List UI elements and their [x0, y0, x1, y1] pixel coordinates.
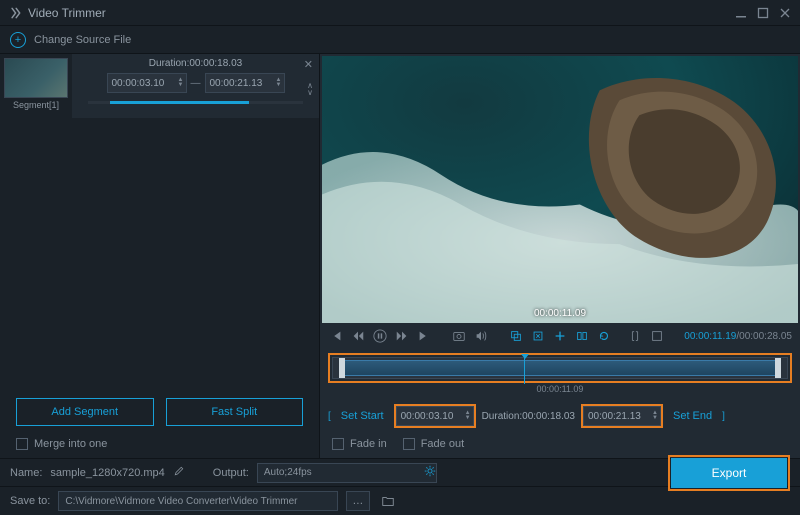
bottom-bar: Name: sample_1280x720.mp4 Output: Auto;2… — [0, 458, 800, 515]
spinner-icon[interactable]: ▲▼ — [652, 411, 658, 421]
merge-checkbox[interactable] — [16, 438, 28, 450]
segment-actions: Add Segment Fast Split — [0, 390, 319, 434]
fade-in-option[interactable]: Fade in — [332, 438, 387, 450]
play-pause-icon[interactable] — [372, 328, 388, 344]
maximize-icon[interactable] — [756, 6, 770, 20]
fade-out-checkbox[interactable] — [403, 438, 415, 450]
main-area: Segment[1] ✕ Duration:00:00:18.03 00:00:… — [0, 54, 800, 458]
left-panel: Segment[1] ✕ Duration:00:00:18.03 00:00:… — [0, 54, 320, 458]
save-row: Save to: C:\Vidmore\Vidmore Video Conver… — [0, 487, 800, 515]
video-preview[interactable]: 00:00:11.09 — [322, 56, 798, 323]
timeline-highlight — [328, 353, 792, 383]
segment-reorder[interactable]: ∧∨ — [307, 82, 313, 96]
fade-in-label: Fade in — [350, 438, 387, 450]
spinner-icon[interactable]: ▲▼ — [178, 78, 184, 88]
export-highlight: Export — [668, 455, 790, 491]
output-settings-icon[interactable] — [423, 464, 437, 481]
segment-separator: — — [191, 78, 201, 89]
segment-item[interactable]: Segment[1] — [0, 54, 72, 118]
bracket-out-icon[interactable] — [650, 328, 664, 344]
segment-duration: Duration:00:00:18.03 — [78, 58, 313, 69]
reset-icon[interactable] — [596, 328, 612, 344]
playhead-icon[interactable] — [524, 354, 525, 384]
set-start-button[interactable]: Set Start — [337, 410, 388, 422]
segment-list: Segment[1] ✕ Duration:00:00:18.03 00:00:… — [0, 54, 319, 118]
add-segment-button[interactable]: Add Segment — [16, 398, 154, 426]
merge-label: Merge into one — [34, 438, 107, 450]
snapshot-icon[interactable] — [452, 328, 466, 344]
segment-close-icon[interactable]: ✕ — [304, 58, 313, 71]
browse-path-button[interactable]: … — [346, 491, 370, 511]
bracket-in-icon[interactable] — [628, 328, 642, 344]
segment-end-input[interactable]: 00:00:21.13 ▲▼ — [205, 73, 285, 93]
segment-start-input[interactable]: 00:00:03.10 ▲▼ — [107, 73, 187, 93]
fast-split-button[interactable]: Fast Split — [166, 398, 304, 426]
trim-duration: Duration:00:00:18.03 — [482, 411, 575, 422]
segment-times: 00:00:03.10 ▲▼ — 00:00:21.13 ▲▼ — [78, 73, 313, 93]
segment-mini-timeline[interactable] — [88, 101, 303, 104]
delete-segment-icon[interactable] — [530, 328, 546, 344]
volume-icon[interactable] — [474, 328, 488, 344]
change-source-row[interactable]: + Change Source File — [0, 26, 800, 54]
timeline-section: 00:00:11.09 — [320, 349, 800, 398]
step-back-icon[interactable] — [350, 328, 366, 344]
end-time-input[interactable]: 00:00:21.13 ▲▼ — [583, 406, 661, 426]
trim-inputs-row: [ Set Start 00:00:03.10 ▲▼ Duration:00:0… — [320, 398, 800, 434]
app-logo-icon — [8, 6, 22, 20]
bracket-right-icon: ] — [722, 411, 725, 422]
save-to-label: Save to: — [10, 495, 50, 507]
app-root: Video Trimmer + Change Source File Segme… — [0, 0, 800, 515]
step-forward-icon[interactable] — [394, 328, 410, 344]
split-icon[interactable] — [574, 328, 590, 344]
right-panel: 00:00:11.09 — [320, 54, 800, 458]
start-time-highlight: 00:00:03.10 ▲▼ — [394, 404, 476, 428]
spinner-icon[interactable]: ▲▼ — [465, 411, 471, 421]
output-format-select[interactable]: Auto;24fps — [257, 463, 437, 483]
merge-option[interactable]: Merge into one — [0, 434, 319, 458]
spinner-icon[interactable]: ▲▼ — [276, 78, 282, 88]
preview-time-overlay: 00:00:11.09 — [534, 308, 586, 319]
playback-controls: 00:00:11.19/00:00:28.05 — [320, 323, 800, 349]
save-path-input[interactable]: C:\Vidmore\Vidmore Video Converter\Video… — [58, 491, 338, 511]
output-row: Name: sample_1280x720.mp4 Output: Auto;2… — [0, 459, 800, 487]
title-bar: Video Trimmer — [0, 0, 800, 26]
close-icon[interactable] — [778, 6, 792, 20]
playback-time: 00:00:11.19/00:00:28.05 — [684, 331, 792, 342]
edit-name-icon[interactable] — [173, 465, 185, 480]
trim-handle-start[interactable] — [339, 358, 345, 378]
app-title: Video Trimmer — [28, 6, 726, 20]
output-label: Output: — [213, 467, 249, 479]
fade-out-label: Fade out — [421, 438, 464, 450]
fade-out-option[interactable]: Fade out — [403, 438, 464, 450]
end-time-highlight: 00:00:21.13 ▲▼ — [581, 404, 663, 428]
fade-in-checkbox[interactable] — [332, 438, 344, 450]
segment-label: Segment[1] — [13, 100, 59, 110]
open-folder-icon[interactable] — [378, 491, 398, 511]
trim-handle-end[interactable] — [775, 358, 781, 378]
name-value: sample_1280x720.mp4 — [50, 467, 164, 479]
segment-detail-panel: ✕ Duration:00:00:18.03 00:00:03.10 ▲▼ — … — [72, 54, 319, 118]
add-split-icon[interactable] — [552, 328, 568, 344]
minimize-icon[interactable] — [734, 6, 748, 20]
timeline-time-label: 00:00:11.09 — [328, 384, 792, 394]
change-source-label: Change Source File — [34, 34, 131, 46]
bracket-left-icon: [ — [328, 411, 331, 422]
plus-circle-icon: + — [10, 32, 26, 48]
export-button[interactable]: Export — [671, 458, 787, 488]
prev-segment-icon[interactable] — [328, 328, 344, 344]
trim-timeline[interactable] — [332, 357, 788, 379]
next-segment-icon[interactable] — [416, 328, 432, 344]
set-end-button[interactable]: Set End — [669, 410, 716, 422]
start-time-input[interactable]: 00:00:03.10 ▲▼ — [396, 406, 474, 426]
segment-thumbnail — [4, 58, 68, 98]
copy-segment-icon[interactable] — [508, 328, 524, 344]
name-label: Name: — [10, 467, 42, 479]
